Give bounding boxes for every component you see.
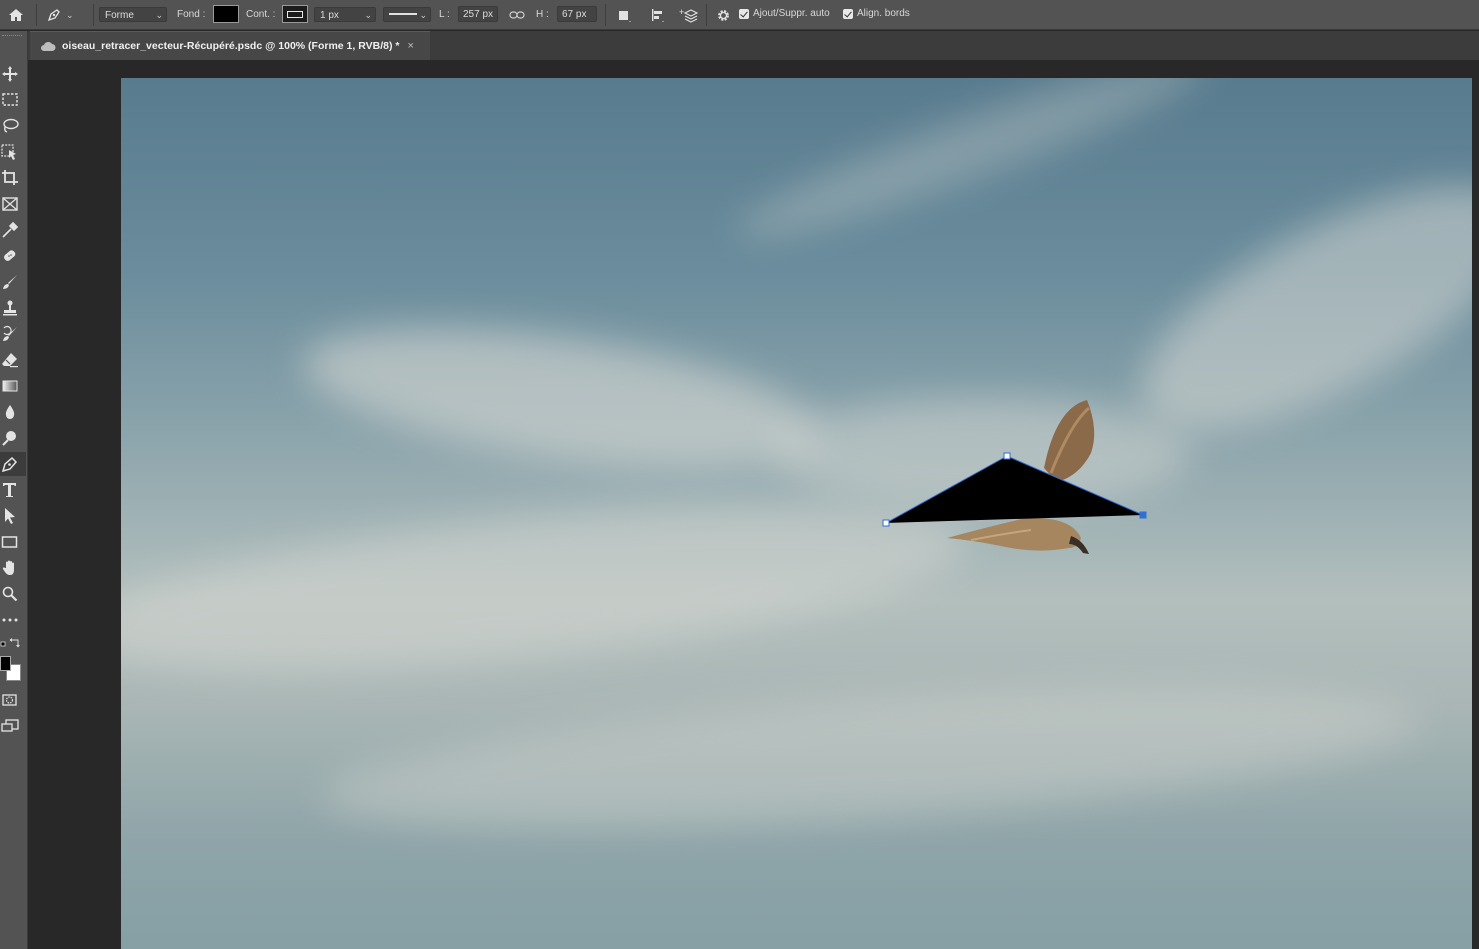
document-tab-title: oiseau_retracer_vecteur-Récupéré.psdc @ … xyxy=(62,40,400,52)
svg-text:+: + xyxy=(679,7,684,17)
path-arrangement-icon[interactable]: + xyxy=(679,5,699,25)
gradient-tool-icon[interactable] xyxy=(0,374,26,398)
separator xyxy=(706,4,707,26)
stroke-width-select[interactable]: 1 px ⌄ xyxy=(314,7,376,22)
eraser-tool-icon[interactable] xyxy=(0,348,26,372)
tools-panel xyxy=(0,31,28,949)
close-tab-button[interactable]: × xyxy=(407,40,413,52)
canvas-artwork xyxy=(882,400,1147,554)
separator xyxy=(605,4,606,26)
crop-tool-icon[interactable] xyxy=(0,166,26,190)
lasso-tool-icon[interactable] xyxy=(0,114,26,138)
align-edges-label: Align. bords xyxy=(857,8,910,19)
eyedropper-tool-icon[interactable] xyxy=(0,218,26,242)
path-operations-icon[interactable] xyxy=(614,5,634,25)
separator xyxy=(36,4,37,26)
auto-add-delete-label: Ajout/Suppr. auto xyxy=(753,8,830,19)
fill-label: Fond : xyxy=(177,9,206,20)
height-label: H : xyxy=(536,9,549,20)
triangle-shape[interactable] xyxy=(886,456,1143,523)
width-field[interactable]: 257 px xyxy=(458,6,498,22)
more-tools-icon[interactable] xyxy=(0,608,26,632)
rectangle-tool-icon[interactable] xyxy=(0,530,26,554)
separator xyxy=(93,4,94,26)
foreground-color-swatch[interactable] xyxy=(0,656,11,671)
width-label: L : xyxy=(439,9,450,20)
checkbox-checked-icon xyxy=(739,8,749,19)
marquee-tool-icon[interactable] xyxy=(0,88,26,112)
zoom-tool-icon[interactable] xyxy=(0,582,26,606)
anchor-point-selected[interactable] xyxy=(1139,511,1147,519)
chevron-down-icon: ⌄ xyxy=(66,9,74,20)
chevron-down-icon: ⌄ xyxy=(364,10,372,20)
pen-tool-icon[interactable] xyxy=(0,452,26,476)
link-icon[interactable] xyxy=(507,5,527,25)
frame-tool-icon[interactable] xyxy=(0,192,26,216)
hand-tool-icon[interactable] xyxy=(0,556,26,580)
dodge-tool-icon[interactable] xyxy=(0,426,26,450)
stroke-preview-icon xyxy=(287,10,303,18)
path-alignment-icon[interactable] xyxy=(648,5,668,25)
screen-mode-icon[interactable] xyxy=(0,714,26,738)
cloud-document-icon xyxy=(40,41,56,51)
move-tool-icon[interactable] xyxy=(0,62,26,86)
healing-brush-tool-icon[interactable] xyxy=(0,244,26,268)
height-field[interactable]: 67 px xyxy=(557,6,597,22)
shape-mode-value: Forme xyxy=(105,10,134,21)
canvas[interactable] xyxy=(121,78,1472,949)
chevron-down-icon: ⌄ xyxy=(155,10,163,20)
document-tab-bar: oiseau_retracer_vecteur-Récupéré.psdc @ … xyxy=(28,31,1479,60)
fill-swatch[interactable] xyxy=(213,5,239,23)
stroke-label: Cont. : xyxy=(246,9,276,20)
anchor-point[interactable] xyxy=(882,519,890,527)
quick-mask-icon[interactable] xyxy=(0,688,26,712)
gear-icon[interactable] xyxy=(713,5,733,25)
swap-colors-icon[interactable] xyxy=(9,635,21,648)
history-brush-tool-icon[interactable] xyxy=(0,322,26,346)
checkbox-checked-icon xyxy=(843,8,853,19)
blur-tool-icon[interactable] xyxy=(0,400,26,424)
anchor-point[interactable] xyxy=(1003,452,1011,460)
auto-add-delete-checkbox[interactable]: Ajout/Suppr. auto xyxy=(739,8,830,19)
brush-tool-icon[interactable] xyxy=(0,270,26,294)
path-select-tool-icon[interactable] xyxy=(0,504,26,528)
home-icon[interactable] xyxy=(4,4,28,26)
stroke-width-value: 1 px xyxy=(320,10,339,21)
align-edges-checkbox[interactable]: Align. bords xyxy=(843,8,910,19)
chevron-down-icon: ⌄ xyxy=(419,10,427,20)
document-tab[interactable]: oiseau_retracer_vecteur-Récupéré.psdc @ … xyxy=(30,31,430,60)
clone-stamp-tool-icon[interactable] xyxy=(0,296,26,320)
stroke-line-icon xyxy=(389,13,417,15)
stroke-swatch[interactable] xyxy=(282,5,308,23)
tool-preset-picker[interactable]: ⌄ xyxy=(46,4,86,26)
pen-icon xyxy=(47,9,60,22)
panel-grip[interactable] xyxy=(2,35,22,38)
object-select-tool-icon[interactable] xyxy=(0,140,26,164)
shape-mode-select[interactable]: Forme ⌄ xyxy=(99,7,167,22)
type-tool-icon[interactable] xyxy=(0,478,26,502)
stroke-type-select[interactable]: ⌄ xyxy=(383,7,431,22)
options-bar: ⌄ Forme ⌄ Fond : Cont. : 1 px ⌄ ⌄ L : 25… xyxy=(0,0,1479,30)
